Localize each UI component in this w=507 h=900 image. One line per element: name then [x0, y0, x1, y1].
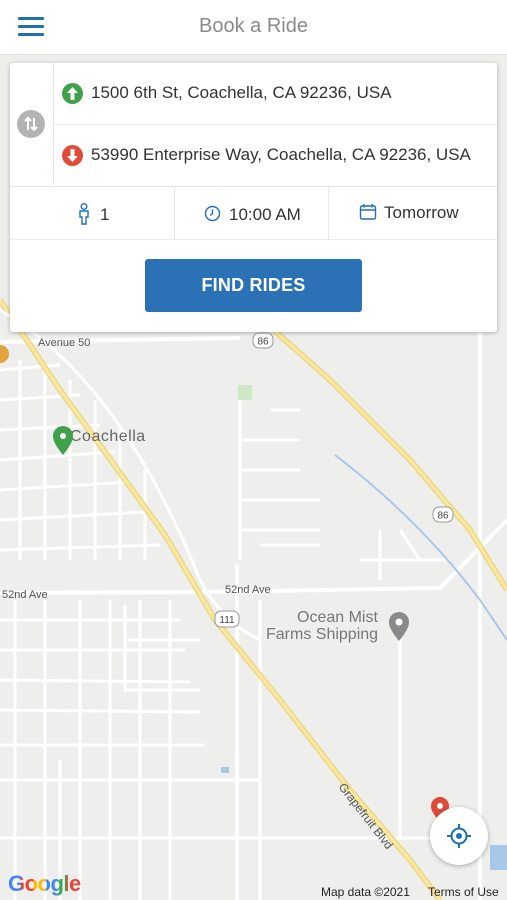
route-86-shield-top: 86 — [252, 332, 274, 349]
pickup-address: 1500 6th St, Coachella, CA 92236, USA — [91, 83, 392, 102]
passenger-count: 1 — [100, 205, 110, 224]
person-icon — [78, 203, 90, 230]
ride-search-card: 1500 6th St, Coachella, CA 92236, USA 53… — [10, 63, 497, 332]
avenue50-label: Avenue 50 — [38, 337, 90, 349]
page-title: Book a Ride — [199, 15, 308, 37]
swap-icon[interactable] — [17, 110, 45, 138]
svg-text:111: 111 — [219, 615, 235, 626]
pickup-time: 10:00 AM — [229, 205, 301, 224]
date-selector[interactable]: Tomorrow — [329, 187, 497, 239]
locate-icon — [447, 824, 471, 848]
swap-column — [10, 63, 54, 185]
app-header: Book a Ride — [0, 0, 507, 55]
passenger-selector[interactable]: 1 — [10, 187, 175, 239]
pickup-arrow-icon — [62, 83, 83, 104]
svg-text:86: 86 — [257, 337, 269, 348]
time-selector[interactable]: 10:00 AM — [175, 187, 329, 239]
terms-of-use-link[interactable]: Terms of Use — [428, 885, 499, 899]
google-logo: Google — [8, 871, 81, 896]
my-location-button[interactable] — [430, 807, 488, 865]
map-attribution: Map data ©2021 — [321, 885, 410, 899]
52nd-mid-label: 52nd Ave — [225, 584, 271, 596]
route-86-shield-right: 86 — [432, 506, 454, 523]
ride-options: 1 10:00 AM Tomorrow — [10, 186, 497, 240]
calendar-icon — [359, 203, 377, 226]
svg-text:86: 86 — [437, 511, 449, 522]
coachella-label: Coachella — [70, 428, 146, 445]
pickup-date: Tomorrow — [384, 203, 459, 222]
dropoff-address: 53990 Enterprise Way, Coachella, CA 9223… — [91, 145, 471, 164]
ocean-mist-label-2: Farms Shipping — [266, 626, 378, 643]
dropoff-row[interactable]: 53990 Enterprise Way, Coachella, CA 9223… — [54, 125, 497, 186]
clock-icon — [204, 205, 221, 227]
52nd-left-label: 52nd Ave — [2, 589, 48, 601]
dropoff-arrow-icon — [62, 145, 83, 166]
pickup-row[interactable]: 1500 6th St, Coachella, CA 92236, USA — [54, 63, 497, 125]
find-rides-button[interactable]: FIND RIDES — [145, 259, 362, 312]
ocean-mist-label: Ocean Mist — [297, 609, 378, 626]
route-111-shield: 111 — [214, 610, 240, 628]
